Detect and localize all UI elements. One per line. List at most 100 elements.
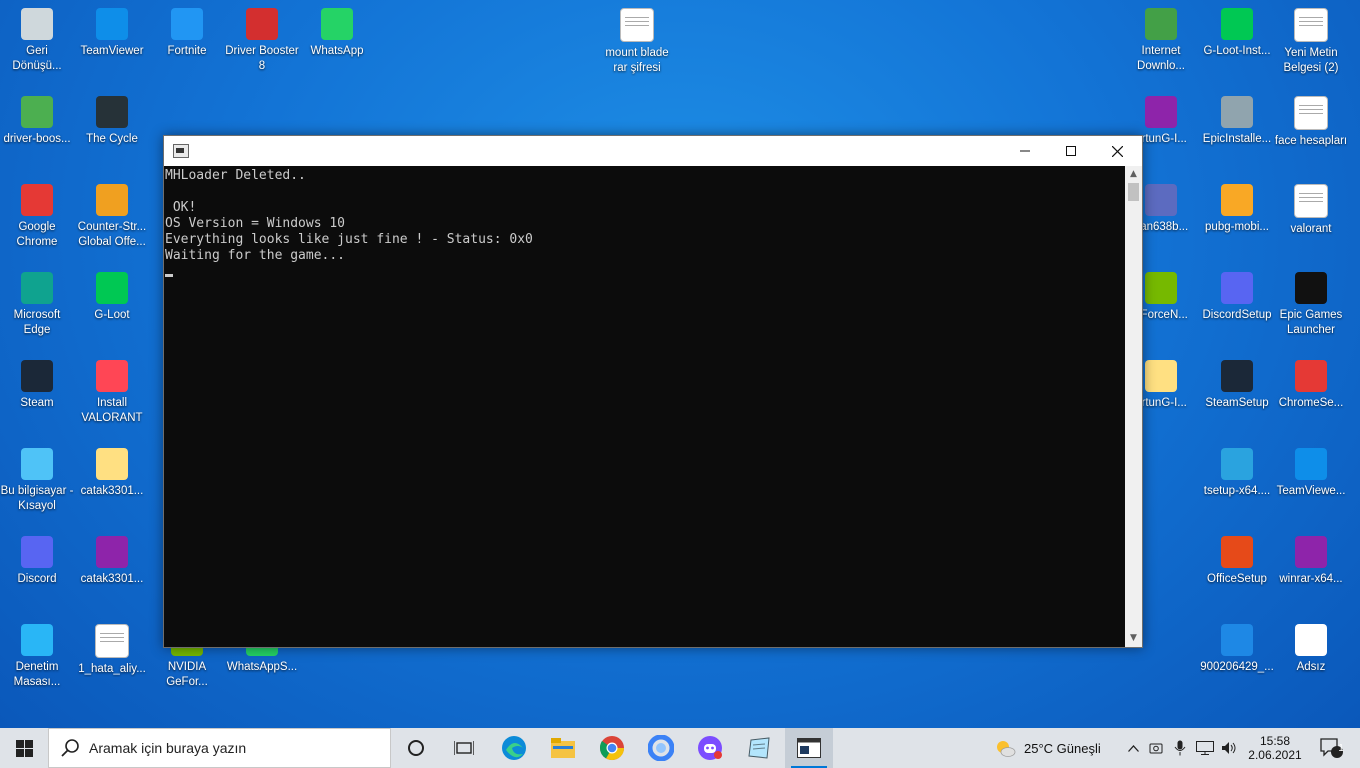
cortana-button[interactable] <box>395 728 437 768</box>
control-panel-icon <box>21 624 53 656</box>
folder-icon <box>96 448 128 480</box>
winrar-icon <box>96 536 128 568</box>
tray-app-button[interactable] <box>1146 728 1166 768</box>
desktop-icon-label: valorant <box>1290 223 1332 235</box>
microphone-button[interactable] <box>1170 728 1190 768</box>
scroll-thumb[interactable] <box>1128 183 1139 201</box>
maximize-icon <box>1066 146 1076 156</box>
desktop-icon-label: The Cycle <box>86 133 138 145</box>
taskbar-console[interactable] <box>785 728 833 768</box>
epic-installer-icon <box>1221 96 1253 128</box>
desktop-icon[interactable]: G-Loot <box>75 266 149 352</box>
scroll-down-icon[interactable]: ▼ <box>1125 630 1142 647</box>
teamviewer-icon <box>96 8 128 40</box>
desktop-icon-label: Fortnite <box>167 45 207 57</box>
desktop-icon-label: 1_hata_aliy... <box>78 663 146 675</box>
search-placeholder: Aramak için buraya yazın <box>89 740 247 756</box>
chevron-up-icon <box>1127 744 1139 752</box>
camera-icon <box>1149 743 1163 754</box>
steam-icon <box>1221 360 1253 392</box>
vertical-scrollbar[interactable]: ▲ ▼ <box>1125 166 1142 647</box>
desktop-icon[interactable]: Denetim Masası... <box>0 618 74 704</box>
title-bar[interactable] <box>164 136 1142 166</box>
desktop-icon-label: Discord <box>17 573 57 585</box>
taskbar-app-notepad[interactable] <box>736 728 782 768</box>
game-shortcut-icon <box>1145 184 1177 216</box>
desktop-icon[interactable]: Counter-Str... Global Offe... <box>75 178 149 264</box>
desktop-icon[interactable]: 1_hata_aliy... <box>75 618 149 704</box>
console-window[interactable]: MHLoader Deleted.. OK! OS Version = Windo… <box>163 135 1143 648</box>
task-view-button[interactable] <box>442 728 486 768</box>
desktop-icon[interactable]: pubg-mobi... <box>1200 178 1274 264</box>
steam-icon <box>21 360 53 392</box>
desktop-icon[interactable]: tsetup-x64.... <box>1200 442 1274 528</box>
desktop-icon[interactable]: catak3301... <box>75 530 149 616</box>
taskbar-discord[interactable] <box>687 728 733 768</box>
desktop-icon-label: Adsız <box>1296 661 1326 673</box>
desktop-icon[interactable]: Epic Games Launcher <box>1274 266 1348 352</box>
desktop-icon[interactable]: Fortnite <box>150 2 224 88</box>
teamviewer-icon <box>1295 448 1327 480</box>
desktop-icon[interactable]: valorant <box>1274 178 1348 264</box>
weather-text: 25°C Güneşli <box>1024 740 1101 756</box>
desktop-icon[interactable]: catak3301... <box>75 442 149 528</box>
desktop-icon-label: tsetup-x64.... <box>1203 485 1271 497</box>
network-button[interactable] <box>1194 728 1216 768</box>
desktop-icon[interactable]: Install VALORANT <box>75 354 149 440</box>
desktop-icon[interactable]: Internet Downlo... <box>1124 2 1198 88</box>
desktop-icon[interactable]: EpicInstalle... <box>1200 90 1274 176</box>
weather-widget[interactable]: 25°C Güneşli <box>994 728 1118 768</box>
desktop-icon[interactable]: face hesapları <box>1274 90 1348 176</box>
scroll-up-icon[interactable]: ▲ <box>1125 166 1142 183</box>
desktop-icon-label: Epic Games Launcher <box>1279 309 1343 336</box>
desktop-icon[interactable]: driver-boos... <box>0 90 74 176</box>
taskbar-file-explorer[interactable] <box>540 728 586 768</box>
desktop-icon[interactable]: G-Loot-Inst... <box>1200 2 1274 88</box>
volume-button[interactable] <box>1218 728 1240 768</box>
desktop-icon[interactable]: SteamSetup <box>1200 354 1274 440</box>
desktop-icon[interactable]: TeamViewer <box>75 2 149 88</box>
desktop-icon-label: ChromeSe... <box>1278 397 1344 409</box>
winrar-icon <box>1145 96 1177 128</box>
desktop-icon[interactable]: Google Chrome <box>0 178 74 264</box>
desktop-icon[interactable]: Discord <box>0 530 74 616</box>
desktop-icon[interactable]: WhatsApp <box>300 2 374 88</box>
desktop-icon[interactable]: ChromeSe... <box>1274 354 1348 440</box>
desktop-icon[interactable]: OfficeSetup <box>1200 530 1274 616</box>
console-line: MHLoader Deleted.. <box>165 168 306 183</box>
desktop-icon[interactable]: Geri Dönüşü... <box>0 2 74 88</box>
desktop-icon[interactable]: The Cycle <box>75 90 149 176</box>
taskbar-app-blue[interactable] <box>638 728 684 768</box>
the-cycle-icon <box>96 96 128 128</box>
clock[interactable]: 15:58 2.06.2021 <box>1244 728 1306 768</box>
desktop-icon[interactable]: Steam <box>0 354 74 440</box>
minimize-button[interactable] <box>1002 136 1048 166</box>
desktop-icon[interactable]: Adsız <box>1274 618 1348 704</box>
microphone-icon <box>1174 740 1186 756</box>
maximize-button[interactable] <box>1048 136 1094 166</box>
blue-ring-icon <box>648 735 674 761</box>
desktop-icon[interactable]: Microsoft Edge <box>0 266 74 352</box>
desktop-icon[interactable]: Bu bilgisayar - Kısayol <box>0 442 74 528</box>
desktop-icon[interactable]: mount blade rar şifresi <box>600 2 674 88</box>
console-output[interactable]: MHLoader Deleted.. OK! OS Version = Windo… <box>164 166 1125 647</box>
weather-sun-cloud-icon <box>997 741 1016 757</box>
close-button[interactable] <box>1094 136 1140 166</box>
notification-center-button[interactable]: 1 <box>1312 728 1352 768</box>
taskbar-chrome[interactable] <box>589 728 635 768</box>
desktop-icon-label: pubg-mobi... <box>1205 221 1269 233</box>
desktop-icon-label: 900206429_... <box>1200 661 1274 673</box>
search-box[interactable]: Aramak için buraya yazın <box>48 728 391 768</box>
desktop-icon-label: winrar-x64... <box>1279 573 1343 585</box>
show-hidden-icons-button[interactable] <box>1124 728 1142 768</box>
desktop-icon[interactable]: TeamViewe... <box>1274 442 1348 528</box>
taskbar-edge[interactable] <box>491 728 537 768</box>
start-button[interactable] <box>0 728 48 768</box>
desktop-icon[interactable]: DiscordSetup <box>1200 266 1274 352</box>
console-app-icon <box>173 144 189 158</box>
desktop-icon[interactable]: Yeni Metin Belgesi (2) <box>1274 2 1348 88</box>
desktop-icon[interactable]: 900206429_... <box>1200 618 1274 704</box>
desktop-icon[interactable]: winrar-x64... <box>1274 530 1348 616</box>
desktop-icon[interactable]: Driver Booster 8 <box>225 2 299 88</box>
chrome-icon <box>599 736 624 761</box>
